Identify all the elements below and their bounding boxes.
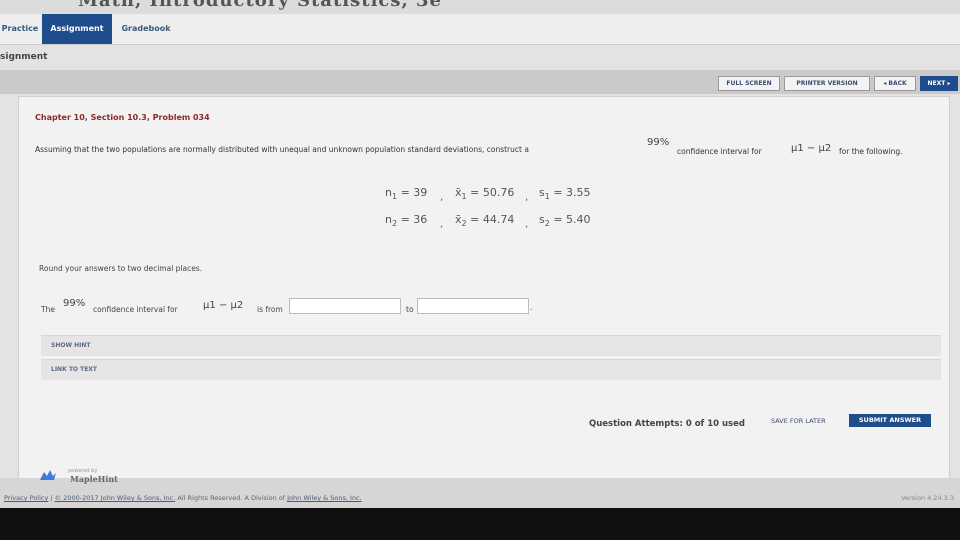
s2-value: s2 = 5.40 <box>539 213 591 229</box>
answer-period: . <box>530 303 533 312</box>
lower-bound-input[interactable] <box>289 298 401 314</box>
link-to-text-link[interactable]: LINK TO TEXT <box>51 366 97 373</box>
upper-bound-input[interactable] <box>417 298 529 314</box>
privacy-policy-link[interactable]: Privacy Policy <box>4 494 48 502</box>
brand-logo-text: MapleHint <box>70 474 118 484</box>
question-panel: Chapter 10, Section 10.3, Problem 034 As… <box>18 96 950 480</box>
question-text: Assuming that the two populations are no… <box>35 145 529 154</box>
show-hint-bar[interactable]: SHOW HINT <box>41 335 941 356</box>
answer-confidence: 99% <box>63 298 86 309</box>
submit-answer-button[interactable]: SUBMIT ANSWER <box>849 414 931 427</box>
wiley-link[interactable]: John Wiley & Sons, Inc. <box>287 494 362 502</box>
problem-title: Chapter 10, Section 10.3, Problem 034 <box>35 113 210 122</box>
show-hint-link[interactable]: SHOW HINT <box>51 342 91 349</box>
full-screen-button[interactable]: FULL SCREEN <box>718 76 780 91</box>
back-button[interactable]: ◂ BACK <box>874 76 916 91</box>
footer-separator: | <box>50 494 53 502</box>
screen-bottom-bezel <box>0 508 960 540</box>
toolbar: FULL SCREEN PRINTER VERSION ◂ BACK NEXT … <box>0 70 960 94</box>
next-button[interactable]: NEXT ▸ <box>920 76 958 91</box>
link-to-text-bar[interactable]: LINK TO TEXT <box>41 359 941 380</box>
confidence-level: 99% <box>647 137 670 148</box>
n1-value: n1 = 39 <box>385 186 428 202</box>
comma: , <box>440 192 444 203</box>
confidence-text: confidence interval for <box>677 147 762 156</box>
copyright-link[interactable]: © 2000-2017 John Wiley & Sons, Inc. <box>55 494 176 502</box>
answer-conf-text: confidence interval for <box>93 305 178 314</box>
maple-leaf-icon <box>40 470 56 480</box>
printer-version-button[interactable]: PRINTER VERSION <box>784 76 870 91</box>
tab-practice[interactable]: Practice <box>0 14 40 44</box>
tab-assignment[interactable]: Assignment <box>42 14 112 44</box>
comma: , <box>440 219 444 230</box>
n2-value: n2 = 36 <box>385 213 428 229</box>
answer-is-from: is from <box>257 305 283 314</box>
round-instruction: Round your answers to two decimal places… <box>39 264 203 273</box>
mu-difference: μ1 − μ2 <box>791 143 832 154</box>
tab-gradebook[interactable]: Gradebook <box>114 14 178 44</box>
for-following-text: for the following. <box>839 147 903 156</box>
answer-mu-difference: μ1 − μ2 <box>203 300 244 311</box>
version-text: Version 4.24.3.3 <box>901 494 954 502</box>
comma: , <box>525 192 529 203</box>
footer-links: Privacy Policy | © 2000-2017 John Wiley … <box>4 494 362 502</box>
x2-value: x̄2 = 44.74 <box>455 213 515 229</box>
answer-to: to <box>406 305 414 314</box>
nav-tabs: Practice Assignment Gradebook <box>0 14 960 45</box>
comma: , <box>525 219 529 230</box>
answer-the: The <box>41 305 55 314</box>
save-for-later-button[interactable]: SAVE FOR LATER <box>771 417 826 425</box>
window-title-bar: Math, Introductory Statistics, 3e <box>0 0 960 14</box>
rights-text: All Rights Reserved. A Division of <box>177 494 286 502</box>
x1-value: x̄1 = 50.76 <box>455 186 515 202</box>
s1-value: s1 = 3.55 <box>539 186 591 202</box>
page-title: signment <box>0 52 48 62</box>
question-attempts: Question Attempts: 0 of 10 used <box>589 419 745 429</box>
window-title: Math, Introductory Statistics, 3e <box>78 0 443 11</box>
